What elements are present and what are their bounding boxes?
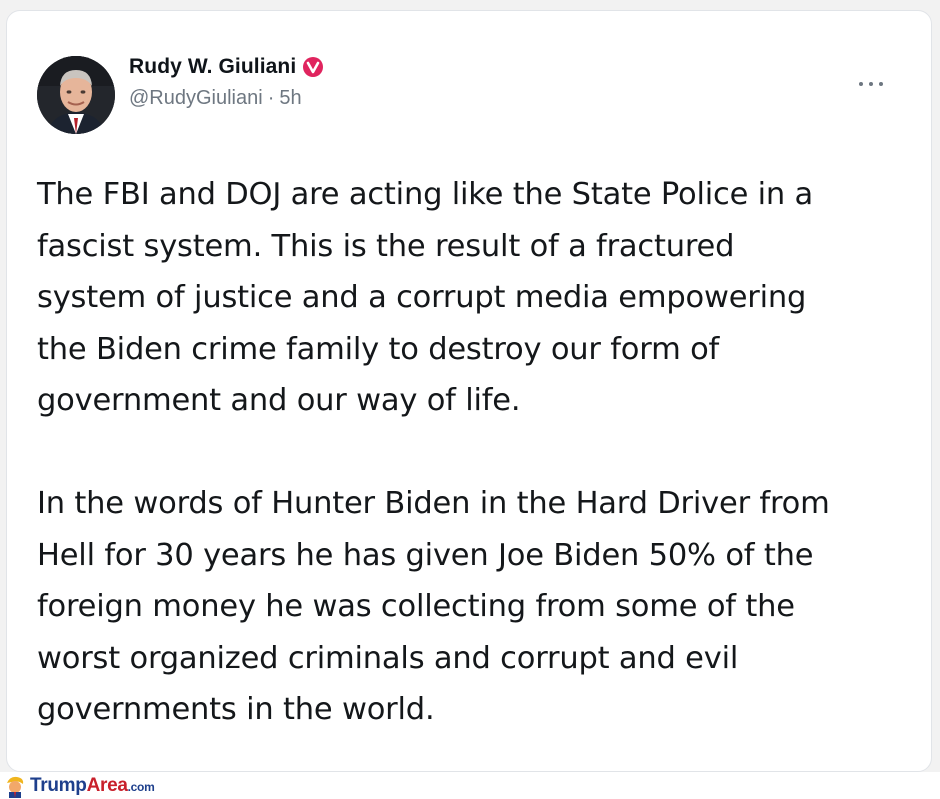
- watermark-logo: TrumpArea.com: [4, 772, 155, 799]
- author-meta-row: @RudyGiuliani · 5h: [129, 87, 302, 110]
- avatar-image: [37, 56, 115, 134]
- tweet-card: Rudy W. Giuliani @RudyGiuliani · 5h The FB…: [6, 10, 932, 772]
- tweet-text: The FBI and DOJ are acting like the Stat…: [37, 169, 917, 736]
- more-dot: [859, 82, 863, 86]
- author-handle[interactable]: @RudyGiuliani: [129, 87, 263, 109]
- watermark-text-com: .com: [127, 779, 155, 794]
- meta-separator: ·: [267, 87, 275, 109]
- verified-badge-icon: [303, 57, 324, 77]
- watermark-text-trump: Trump: [30, 774, 87, 796]
- watermark-text-area: Area: [86, 774, 128, 796]
- watermark-bar: TrumpArea.com: [0, 772, 940, 799]
- tweet-paragraph-1: The FBI and DOJ are acting like the Stat…: [37, 177, 814, 418]
- author-display-name[interactable]: Rudy W. Giuliani: [129, 55, 296, 79]
- more-dot: [879, 82, 883, 86]
- more-dot: [869, 82, 873, 86]
- avatar[interactable]: [37, 56, 115, 134]
- watermark-text: TrumpArea.com: [30, 774, 155, 797]
- author-name-row: Rudy W. Giuliani: [129, 55, 324, 79]
- tweet-timestamp[interactable]: 5h: [279, 87, 301, 109]
- trump-caricature-icon: [7, 776, 24, 798]
- tweet-paragraph-2: In the words of Hunter Biden in the Hard…: [37, 486, 830, 727]
- more-options-icon[interactable]: [851, 73, 891, 95]
